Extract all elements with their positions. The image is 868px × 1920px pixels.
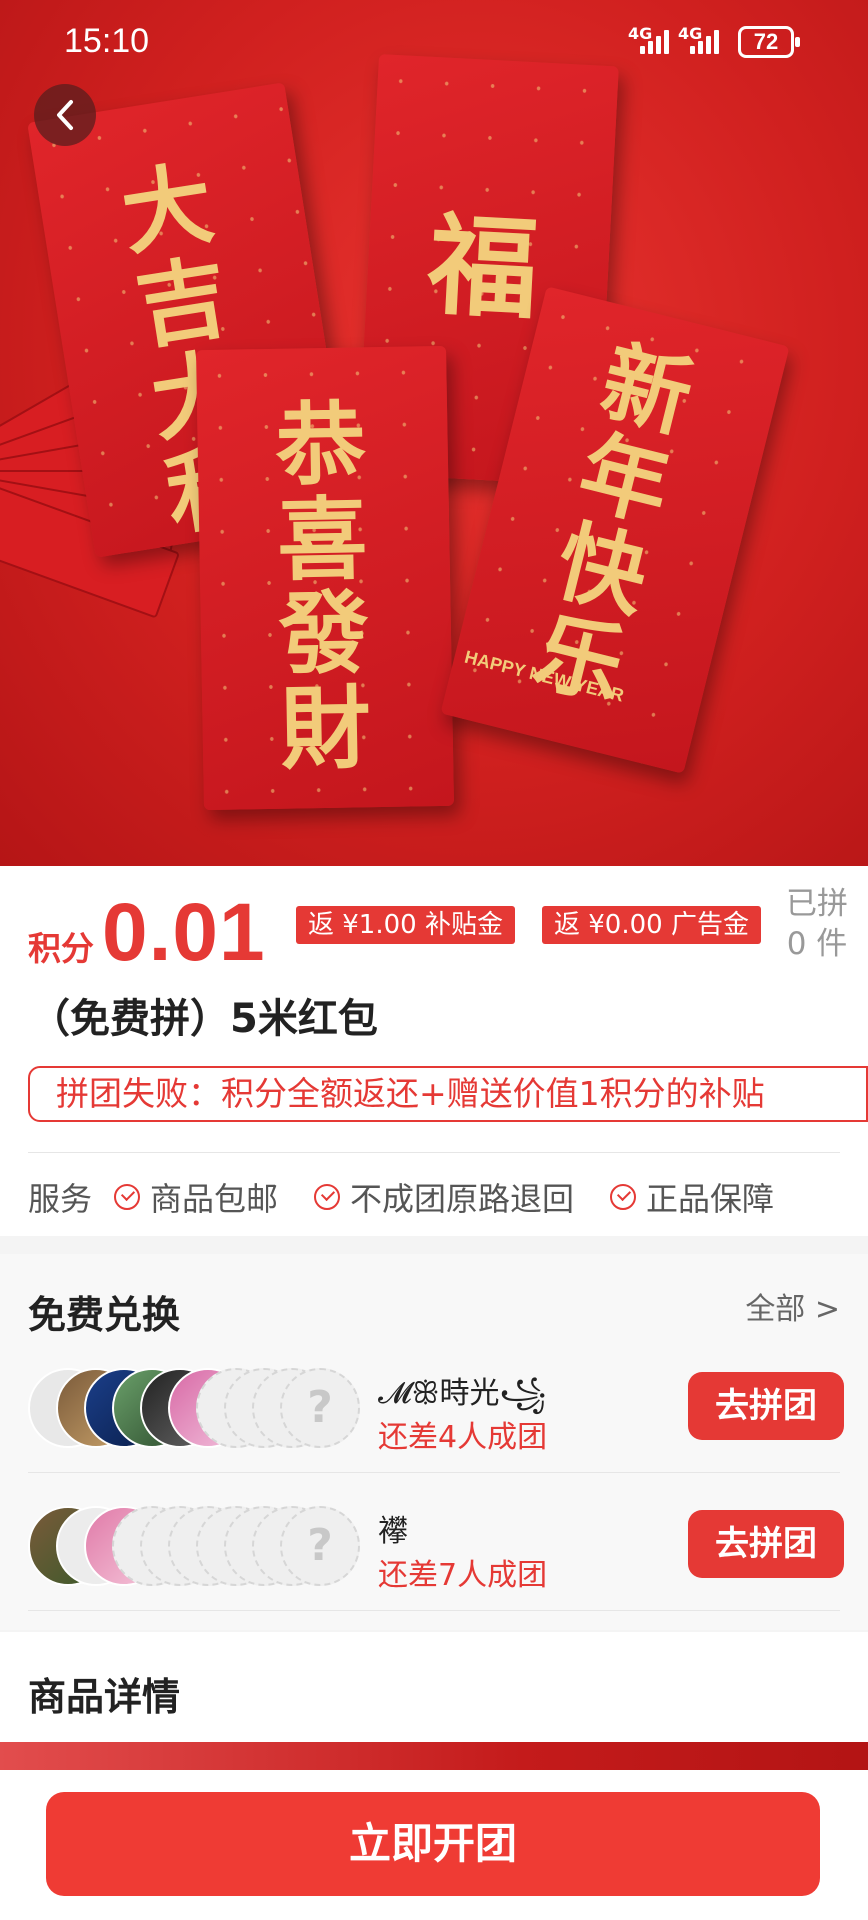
details-image-preview [0,1742,868,1770]
subsidy-tag: 返 ¥1.00 补贴金 [296,906,515,944]
status-time: 15:10 [64,22,150,60]
join-group-button[interactable]: 去拼团 [688,1372,844,1440]
details-title: 商品详情 [28,1675,181,1719]
signal-bars-2-icon [690,28,719,54]
service-authentic: 正品保障 [610,1174,774,1220]
service-refund: 不成团原路退回 [314,1174,574,1220]
service-free-shipping: 商品包邮 [114,1174,278,1220]
price-prefix: 积分 [28,929,94,968]
member-avatars: ? [28,1368,368,1450]
product-hero-image: 大吉大利 福 恭喜發財 新年快乐 HAPPY NEW YEAR [0,0,868,866]
group-need-count: 还差4人成团 [378,1420,548,1455]
signal-bars-1-icon [640,28,669,54]
back-button[interactable] [34,84,96,146]
member-avatars: ? [28,1506,368,1588]
group-fail-note: 拼团失败：积分全额返还+赠送价值1积分的补贴 [28,1066,868,1122]
battery-icon: 72 [738,26,800,58]
check-circle-icon [114,1184,141,1210]
group-row: ? 𝓜ꕥ時光꧁ 还差4人成团 去拼团 [0,1346,868,1466]
divider [28,1152,840,1153]
check-circle-icon [610,1184,637,1210]
check-circle-icon [314,1184,341,1210]
service-guarantees[interactable]: 服务 商品包邮 不成团原路退回 正品保障 [28,1172,774,1222]
bottom-action-bar: 立即开团 [0,1770,868,1920]
back-arrow-icon [57,100,73,130]
ad-fund-tag: 返 ¥0.00 广告金 [542,906,761,944]
avatar-placeholder-icon: ? [280,1368,360,1448]
divider [28,1472,840,1473]
divider [28,1610,840,1611]
group-row: ? 襻 还差7人成团 去拼团 [0,1484,868,1604]
joined-value: 0 件 [786,926,848,962]
joined-count: 已拼 0 件 [770,884,864,964]
avatar-placeholder-icon: ? [280,1506,360,1586]
group-need-count: 还差7人成团 [378,1558,548,1593]
red-envelope-gongxi: 恭喜發財 [196,345,454,811]
status-bar: 15:10 4G 4G 72 [0,0,868,84]
join-group-button[interactable]: 去拼团 [688,1510,844,1578]
joined-label: 已拼 [786,886,848,922]
product-title: （免费拼）5米红包 [30,996,378,1042]
see-all-link[interactable]: 全部 > [745,1284,840,1328]
price-value: 0.01 [102,887,266,978]
exchange-title: 免费兑换 [28,1293,181,1337]
group-leader-name: 襻 [378,1514,408,1549]
open-group-button[interactable]: 立即开团 [46,1792,820,1896]
services-label: 服务 [28,1180,93,1218]
